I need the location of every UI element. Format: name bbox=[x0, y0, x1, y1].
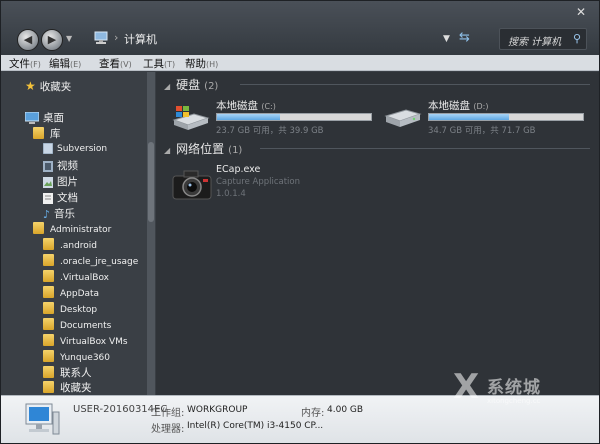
navigation-pane: ★ 收藏夹 桌面 库 Subversion 视频 图片 文档 ♪ 音乐 Admini… bbox=[1, 72, 151, 395]
nav-lib-subversion[interactable]: Subversion bbox=[43, 143, 107, 158]
watermark-url: xitongcheng.cc bbox=[487, 397, 541, 405]
workgroup-value: WORKGROUP bbox=[187, 405, 248, 415]
drive-name: 本地磁盘 bbox=[428, 100, 470, 112]
search-icon[interactable]: ⚲ bbox=[573, 32, 581, 45]
nav-folder[interactable]: AppData bbox=[43, 286, 99, 301]
nav-lib-pictures[interactable]: 图片 bbox=[43, 174, 78, 189]
close-icon[interactable]: ✕ bbox=[573, 5, 589, 19]
folder-icon bbox=[43, 318, 54, 330]
refresh-icon[interactable]: ⇆ bbox=[459, 30, 470, 45]
folder-icon bbox=[43, 334, 54, 346]
app-description: Capture Application bbox=[216, 177, 300, 187]
drive-d[interactable]: 本地磁盘 (D:) 34.7 GB 可用，共 71.7 GB bbox=[384, 98, 584, 140]
breadcrumb-separator: › bbox=[114, 31, 119, 44]
collapse-icon[interactable]: ◢ bbox=[164, 146, 170, 155]
watermark-mark: X bbox=[453, 367, 480, 407]
library-icon bbox=[33, 127, 44, 139]
drive-usage-bar bbox=[216, 113, 372, 121]
group-divider bbox=[240, 84, 590, 85]
star-icon: ★ bbox=[25, 79, 36, 93]
explorer-window: ✕ ◀ ▶ ▼ › 计算机 ▼ ⇆ 搜索 计算机 ⚲ 文件(F) 编辑(E) 查… bbox=[0, 0, 600, 444]
address-dropdown-icon[interactable]: ▼ bbox=[443, 34, 450, 44]
processor-value: Intel(R) Core(TM) i3-4150 CP... bbox=[187, 421, 324, 431]
breadcrumb-computer[interactable]: 计算机 bbox=[124, 31, 157, 47]
group-divider bbox=[260, 148, 590, 149]
group-header-network[interactable]: ◢ 网络位置 (1) bbox=[164, 140, 242, 157]
documents-icon bbox=[43, 192, 53, 204]
nav-folder[interactable]: .VirtualBox bbox=[43, 270, 109, 285]
nav-lib-documents[interactable]: 文档 bbox=[43, 190, 78, 205]
contacts-icon bbox=[43, 366, 54, 378]
processor-label: 处理器: bbox=[151, 424, 185, 435]
menu-view[interactable]: 查看(V) bbox=[99, 56, 132, 71]
favorites-folder-icon bbox=[43, 381, 54, 393]
drive-free-space: 23.7 GB 可用，共 39.9 GB bbox=[216, 126, 324, 136]
nav-folder[interactable]: Yunque360 bbox=[43, 350, 110, 365]
menu-edit[interactable]: 编辑(E) bbox=[49, 56, 81, 71]
windows-drive-icon bbox=[172, 106, 210, 130]
drive-icon bbox=[384, 109, 422, 127]
collapse-icon[interactable]: ◢ bbox=[164, 82, 170, 91]
memory-label: 内存: bbox=[301, 408, 325, 419]
menu-bar: 文件(F) 编辑(E) 查看(V) 工具(T) 帮助(H) bbox=[1, 55, 599, 71]
nav-desktop[interactable]: 桌面 bbox=[25, 110, 64, 125]
nav-folder[interactable]: .oracle_jre_usage bbox=[43, 254, 138, 269]
title-bar: ✕ ◀ ▶ ▼ › 计算机 ▼ ⇆ 搜索 计算机 ⚲ bbox=[1, 1, 599, 55]
desktop-icon bbox=[25, 112, 39, 124]
nav-lib-music[interactable]: ♪ 音乐 bbox=[43, 206, 75, 221]
folder-icon bbox=[43, 270, 54, 282]
drive-free-space: 34.7 GB 可用，共 71.7 GB bbox=[428, 126, 536, 136]
pictures-icon bbox=[43, 176, 53, 188]
folder-icon bbox=[43, 238, 54, 250]
drive-letter: (D:) bbox=[473, 102, 489, 111]
drive-usage-fill bbox=[217, 114, 281, 120]
forward-button[interactable]: ▶ bbox=[41, 29, 63, 51]
search-placeholder: 搜索 计算机 bbox=[508, 37, 562, 48]
camera-icon bbox=[172, 170, 212, 200]
nav-library[interactable]: 库 bbox=[33, 126, 61, 141]
sidebar-scrollbar[interactable] bbox=[147, 72, 155, 395]
folder-icon bbox=[43, 286, 54, 298]
history-dropdown-icon[interactable]: ▼ bbox=[66, 34, 72, 43]
drive-letter: (C:) bbox=[261, 102, 276, 111]
video-icon bbox=[43, 160, 53, 172]
nav-folder[interactable]: Documents bbox=[43, 318, 111, 333]
nav-folder[interactable]: 联系人 bbox=[43, 365, 92, 380]
nav-favorites[interactable]: ★ 收藏夹 bbox=[25, 79, 71, 94]
menu-help[interactable]: 帮助(H) bbox=[185, 56, 218, 71]
content-pane: ◢硬盘(2) 本地磁盘 (C:) 23.7 GB 可用，共 39.9 GB bbox=[156, 72, 599, 395]
nav-lib-video[interactable]: 视频 bbox=[43, 158, 78, 173]
app-version: 1.0.1.4 bbox=[216, 189, 246, 199]
back-button[interactable]: ◀ bbox=[17, 29, 39, 51]
user-folder-icon bbox=[33, 222, 44, 234]
nav-folder[interactable]: Desktop bbox=[43, 302, 97, 317]
menu-file[interactable]: 文件(F) bbox=[9, 56, 41, 71]
nav-folder[interactable]: .android bbox=[43, 238, 97, 253]
memory-value: 4.00 GB bbox=[327, 405, 364, 415]
nav-folder[interactable]: VirtualBox VMs bbox=[43, 334, 128, 349]
subversion-icon bbox=[43, 143, 53, 154]
menu-tools[interactable]: 工具(T) bbox=[143, 56, 175, 71]
scrollbar-thumb[interactable] bbox=[148, 142, 154, 222]
music-icon: ♪ bbox=[43, 207, 51, 221]
nav-folder[interactable]: 收藏夹 bbox=[43, 380, 92, 395]
watermark-text: 系统城 bbox=[487, 378, 541, 398]
drive-c[interactable]: 本地磁盘 (C:) 23.7 GB 可用，共 39.9 GB bbox=[172, 98, 372, 140]
drive-name: 本地磁盘 bbox=[216, 100, 258, 112]
network-item-ecap[interactable]: ECap.exe Capture Application 1.0.1.4 bbox=[172, 164, 372, 204]
folder-icon bbox=[43, 254, 54, 266]
drive-usage-fill bbox=[429, 114, 510, 120]
drive-usage-bar bbox=[428, 113, 584, 121]
computer-large-icon bbox=[25, 403, 60, 435]
computer-icon bbox=[94, 31, 108, 44]
folder-icon bbox=[43, 350, 54, 362]
nav-administrator[interactable]: Administrator bbox=[33, 222, 111, 237]
group-header-disks[interactable]: ◢ 硬盘 (2) bbox=[164, 76, 218, 93]
workgroup-label: 工作组: bbox=[151, 408, 185, 419]
watermark-logo: X 系统城 xitongcheng.cc bbox=[451, 367, 591, 417]
folder-icon bbox=[43, 302, 54, 314]
search-input[interactable]: 搜索 计算机 ⚲ bbox=[499, 28, 587, 50]
app-name: ECap.exe bbox=[216, 164, 261, 175]
